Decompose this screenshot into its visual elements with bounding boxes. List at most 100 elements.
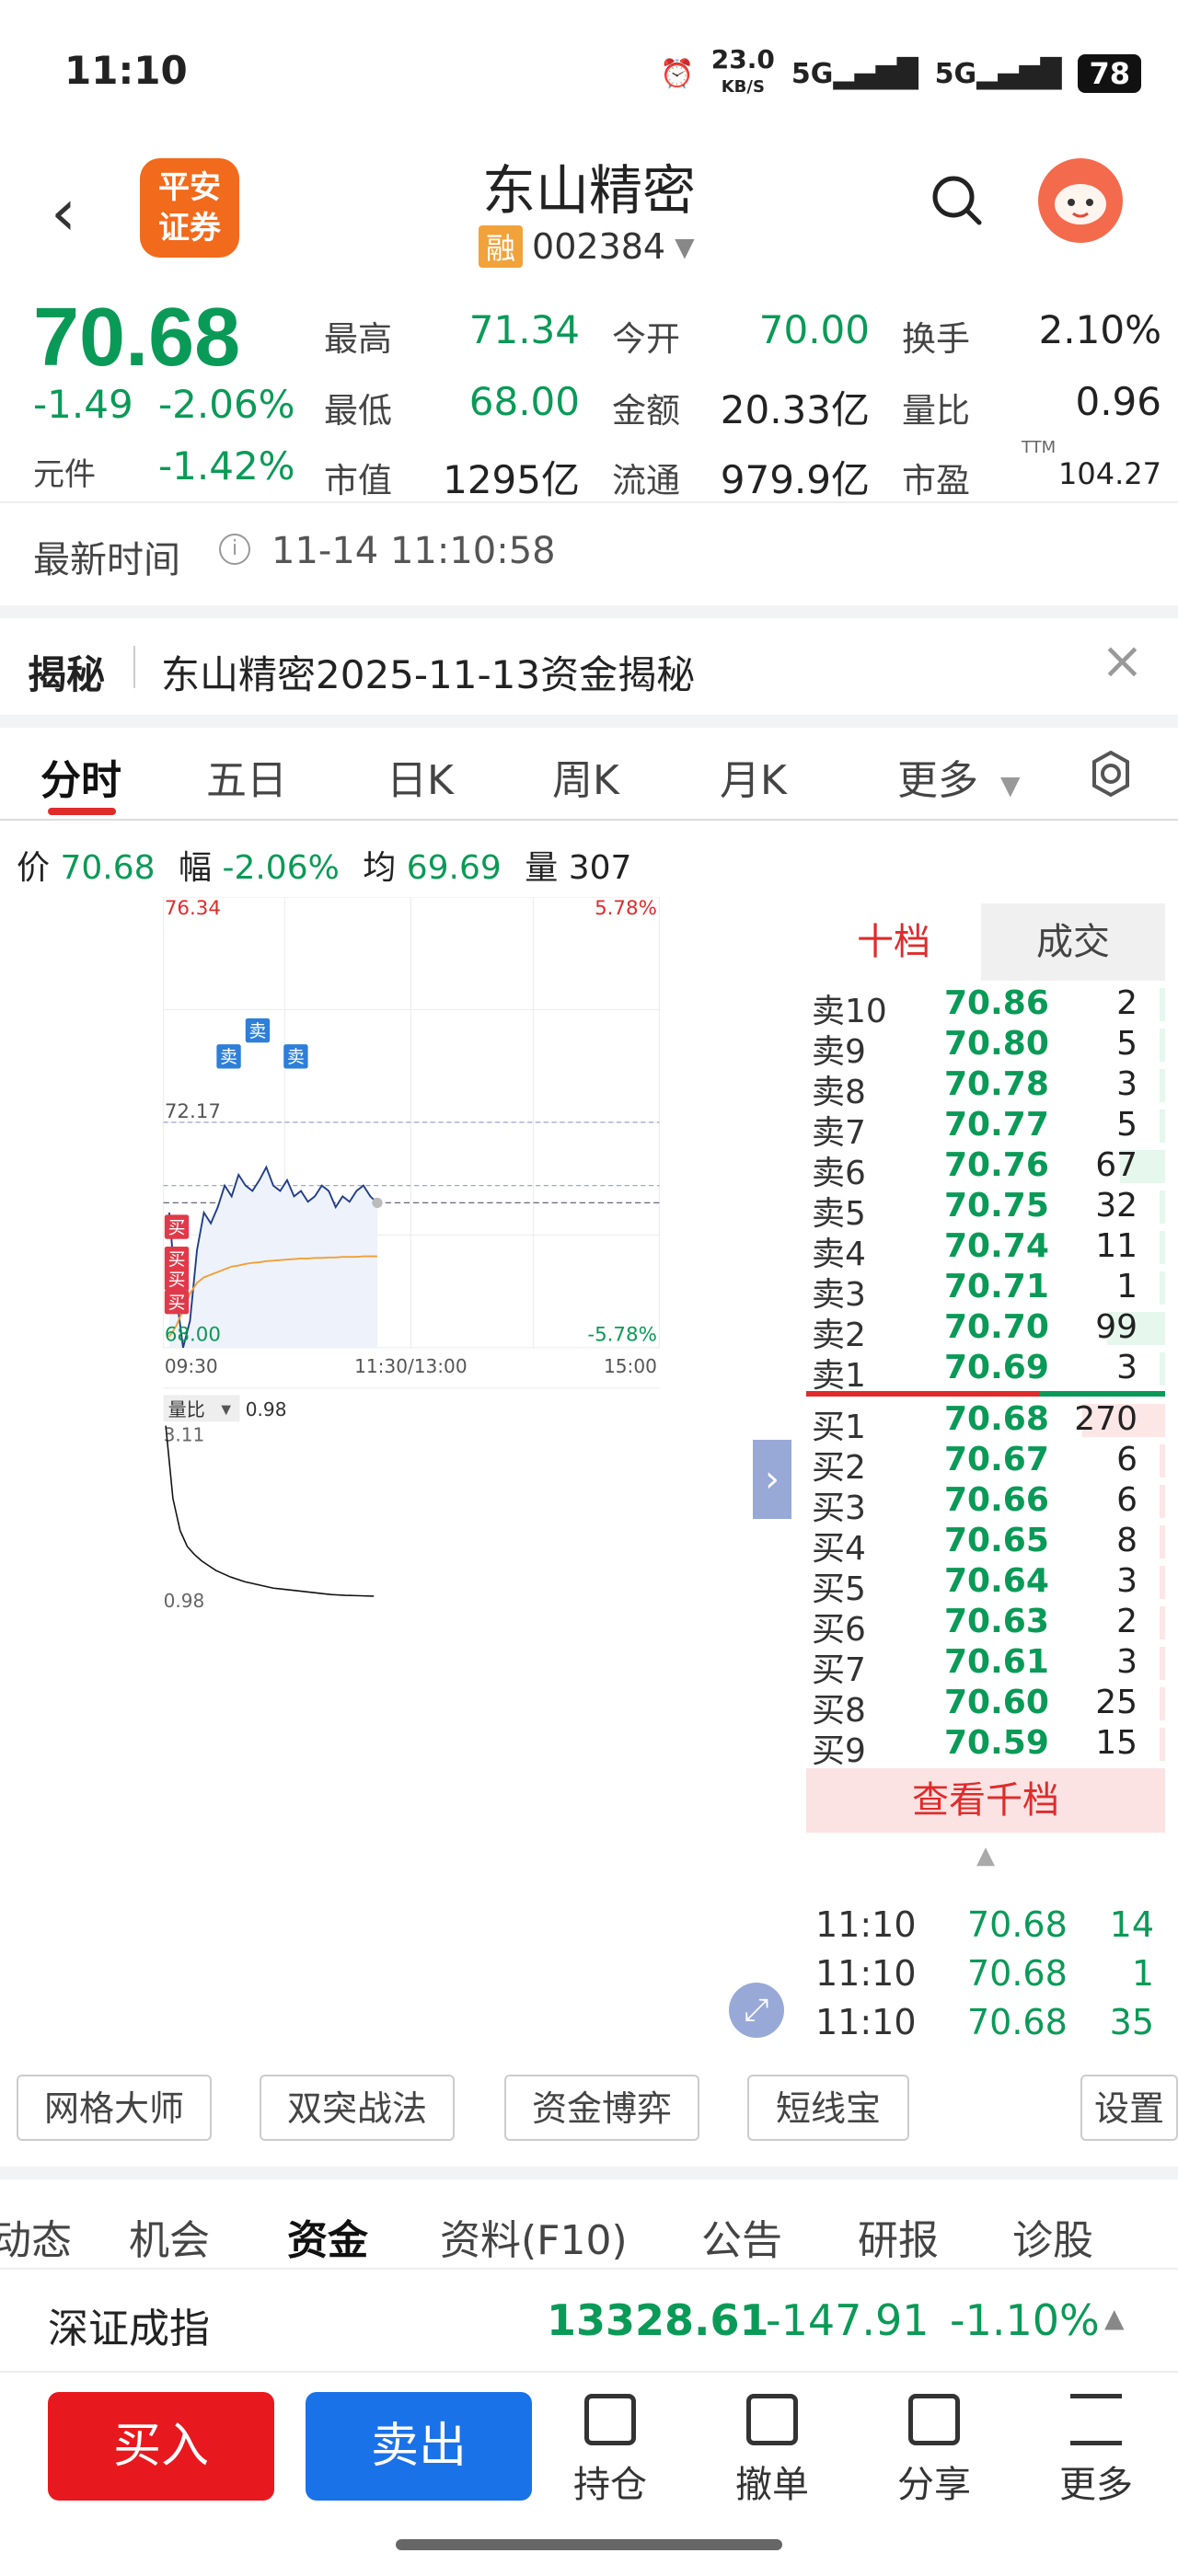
more-label: 更多: [1059, 2464, 1133, 2506]
y-ref-label: 72.17: [165, 1100, 221, 1123]
double-breakout-button[interactable]: 双突战法: [260, 2075, 455, 2141]
search-icon[interactable]: [930, 173, 983, 226]
volume-bar: [1160, 1606, 1165, 1639]
home-indicator[interactable]: [396, 2539, 782, 2550]
tab-daily-k[interactable]: 日K: [387, 747, 454, 806]
stock-code-selector[interactable]: 融 002384 ▼: [479, 225, 695, 268]
buy-level-row[interactable]: 买4 70.65 8: [806, 1522, 1165, 1568]
vr-dropdown-icon: ▼: [221, 1402, 231, 1417]
level-price: 70.80: [944, 1025, 1049, 1063]
section-tab-funds[interactable]: 资金: [287, 2207, 368, 2266]
buy-level-row[interactable]: 买9 70.59 15: [806, 1724, 1165, 1770]
level-price: 70.68: [944, 1400, 1049, 1438]
sell-level-row[interactable]: 卖9 70.80 5: [806, 1025, 1165, 1071]
level-vol: 6: [1116, 1481, 1138, 1519]
sell-level-row[interactable]: 卖2 70.70 99: [806, 1308, 1165, 1354]
buy-level-row[interactable]: 买5 70.64 3: [806, 1562, 1165, 1608]
share-button[interactable]: 分享: [884, 2394, 985, 2508]
tab-active-underline: [48, 808, 116, 815]
reveal-banner[interactable]: 揭秘 东山精密2025-11-13资金揭秘 ×: [0, 618, 1178, 728]
section-tab-opportunity[interactable]: 机会: [129, 2207, 210, 2266]
collapse-triangle-icon[interactable]: ▲: [976, 1842, 995, 1869]
tab-weekly-k[interactable]: 周K: [552, 747, 619, 806]
short-line-button[interactable]: 短线宝: [747, 2075, 909, 2141]
buy-level-row[interactable]: 买6 70.63 2: [806, 1603, 1165, 1649]
reveal-text[interactable]: 东山精密2025-11-13资金揭秘: [161, 644, 695, 700]
info-icon[interactable]: i: [219, 534, 250, 565]
holdings-button[interactable]: 持仓: [560, 2394, 661, 2508]
unit-label: 元件: [33, 456, 96, 493]
section-tab-announcements[interactable]: 公告: [701, 2207, 782, 2266]
level-price: 70.86: [944, 984, 1049, 1022]
vr-value: 0.98: [246, 1398, 287, 1420]
section-tab-f10[interactable]: 资料(F10): [440, 2207, 628, 2266]
tab-more[interactable]: 更多 ▼: [897, 747, 1021, 806]
fullscreen-icon[interactable]: ⤢: [729, 1983, 784, 2038]
sell-level-row[interactable]: 卖1 70.69 3: [806, 1349, 1165, 1395]
info-price: 70.68: [60, 849, 156, 887]
tools-row: 网格大师 双突战法 资金博弈 短线宝 设置: [0, 2075, 1178, 2148]
trade-price: 70.68: [967, 2002, 1068, 2042]
gear-icon[interactable]: [1086, 749, 1136, 799]
reveal-divider: [133, 646, 135, 688]
alarm-icon: ⏰: [660, 57, 695, 90]
signal-text: 买: [168, 1218, 186, 1237]
cancel-order-icon: [746, 2394, 798, 2445]
section-tab-diagnose[interactable]: 诊股: [1012, 2207, 1093, 2266]
index-ticker[interactable]: 深证成指 13328.61 -147.91 -1.10% ▲: [0, 2268, 1178, 2373]
buy-level-row[interactable]: 买3 70.66 6: [806, 1481, 1165, 1527]
trade-vol: 1: [1131, 1953, 1154, 1994]
current-point: [372, 1197, 383, 1209]
buy-level-row[interactable]: 买2 70.67 6: [806, 1441, 1165, 1487]
tab-five-day[interactable]: 五日: [206, 747, 287, 806]
level-price: 70.70: [944, 1308, 1049, 1346]
sell-level-row[interactable]: 卖5 70.75 32: [806, 1187, 1165, 1233]
expand-orderbook-arrow-icon[interactable]: ›: [753, 1440, 791, 1519]
info-avg: 69.69: [406, 849, 502, 887]
reveal-label: 揭秘: [28, 652, 106, 697]
more-button[interactable]: 更多: [1045, 2394, 1147, 2508]
trade-row: 11:10 70.68 14: [806, 1904, 1165, 1950]
level-vol: 5: [1116, 1025, 1138, 1063]
price-change: -1.49: [33, 382, 133, 427]
status-icons: ⏰ 23.0 KB/S 5G▂▄▆█ 5G▂▄▆█ 78: [660, 47, 1141, 99]
tab-trades[interactable]: 成交: [981, 903, 1165, 981]
bid-ask-divider: [806, 1391, 1165, 1397]
buy-level-row[interactable]: 买8 70.60 25: [806, 1684, 1165, 1730]
tab-intraday[interactable]: 分时: [40, 747, 121, 806]
avatar[interactable]: [1038, 158, 1123, 243]
view-thousand-levels-button[interactable]: 查看千档: [806, 1768, 1165, 1833]
close-icon[interactable]: ×: [1101, 631, 1144, 691]
tab-ten-level[interactable]: 十档: [806, 903, 981, 981]
info-price-label: 价: [17, 849, 51, 887]
sell-level-row[interactable]: 卖3 70.71 1: [806, 1268, 1165, 1314]
quote-field-value: 979.9亿: [720, 457, 870, 502]
trade-price: 70.68: [967, 1904, 1068, 1945]
vr-top-label: 3.11: [164, 1424, 205, 1446]
volume-ratio-line: [165, 1425, 375, 1597]
sell-level-row[interactable]: 卖4 70.74 11: [806, 1227, 1165, 1273]
volume-bar: [1160, 1444, 1165, 1478]
level-vol: 11: [1095, 1227, 1138, 1265]
grid-master-button[interactable]: 网格大师: [17, 2075, 212, 2141]
quote-field-value: 71.34: [468, 307, 580, 352]
sell-level-row[interactable]: 卖8 70.78 3: [806, 1065, 1165, 1111]
buy-level-row[interactable]: 买1 70.68 270: [806, 1400, 1165, 1446]
level-price: 70.67: [944, 1441, 1049, 1478]
section-tab-dynamics[interactable]: 动态: [0, 2207, 72, 2266]
volume-bar: [1160, 1485, 1165, 1518]
fund-game-button[interactable]: 资金博弈: [504, 2075, 699, 2141]
cancel-order-button[interactable]: 撤单: [722, 2394, 823, 2508]
sell-level-row[interactable]: 卖7 70.77 5: [806, 1106, 1165, 1152]
index-value: 13328.61: [547, 2295, 769, 2345]
tab-monthly-k[interactable]: 月K: [720, 747, 787, 806]
sell-level-row[interactable]: 卖10 70.86 2: [806, 984, 1165, 1030]
intraday-chart[interactable]: 卖卖卖买买买买76.34 5.78%72.1768.00 -5.78%09:30 11…: [17, 897, 806, 1619]
dropdown-triangle-icon: ▼: [675, 231, 695, 262]
buy-button[interactable]: 买入: [48, 2392, 274, 2501]
buy-level-row[interactable]: 买7 70.61 3: [806, 1643, 1165, 1689]
sell-button[interactable]: 卖出: [306, 2392, 532, 2501]
settings-button[interactable]: 设置: [1080, 2075, 1178, 2141]
sell-level-row[interactable]: 卖6 70.76 67: [806, 1146, 1165, 1192]
section-tab-research[interactable]: 研报: [858, 2207, 939, 2266]
